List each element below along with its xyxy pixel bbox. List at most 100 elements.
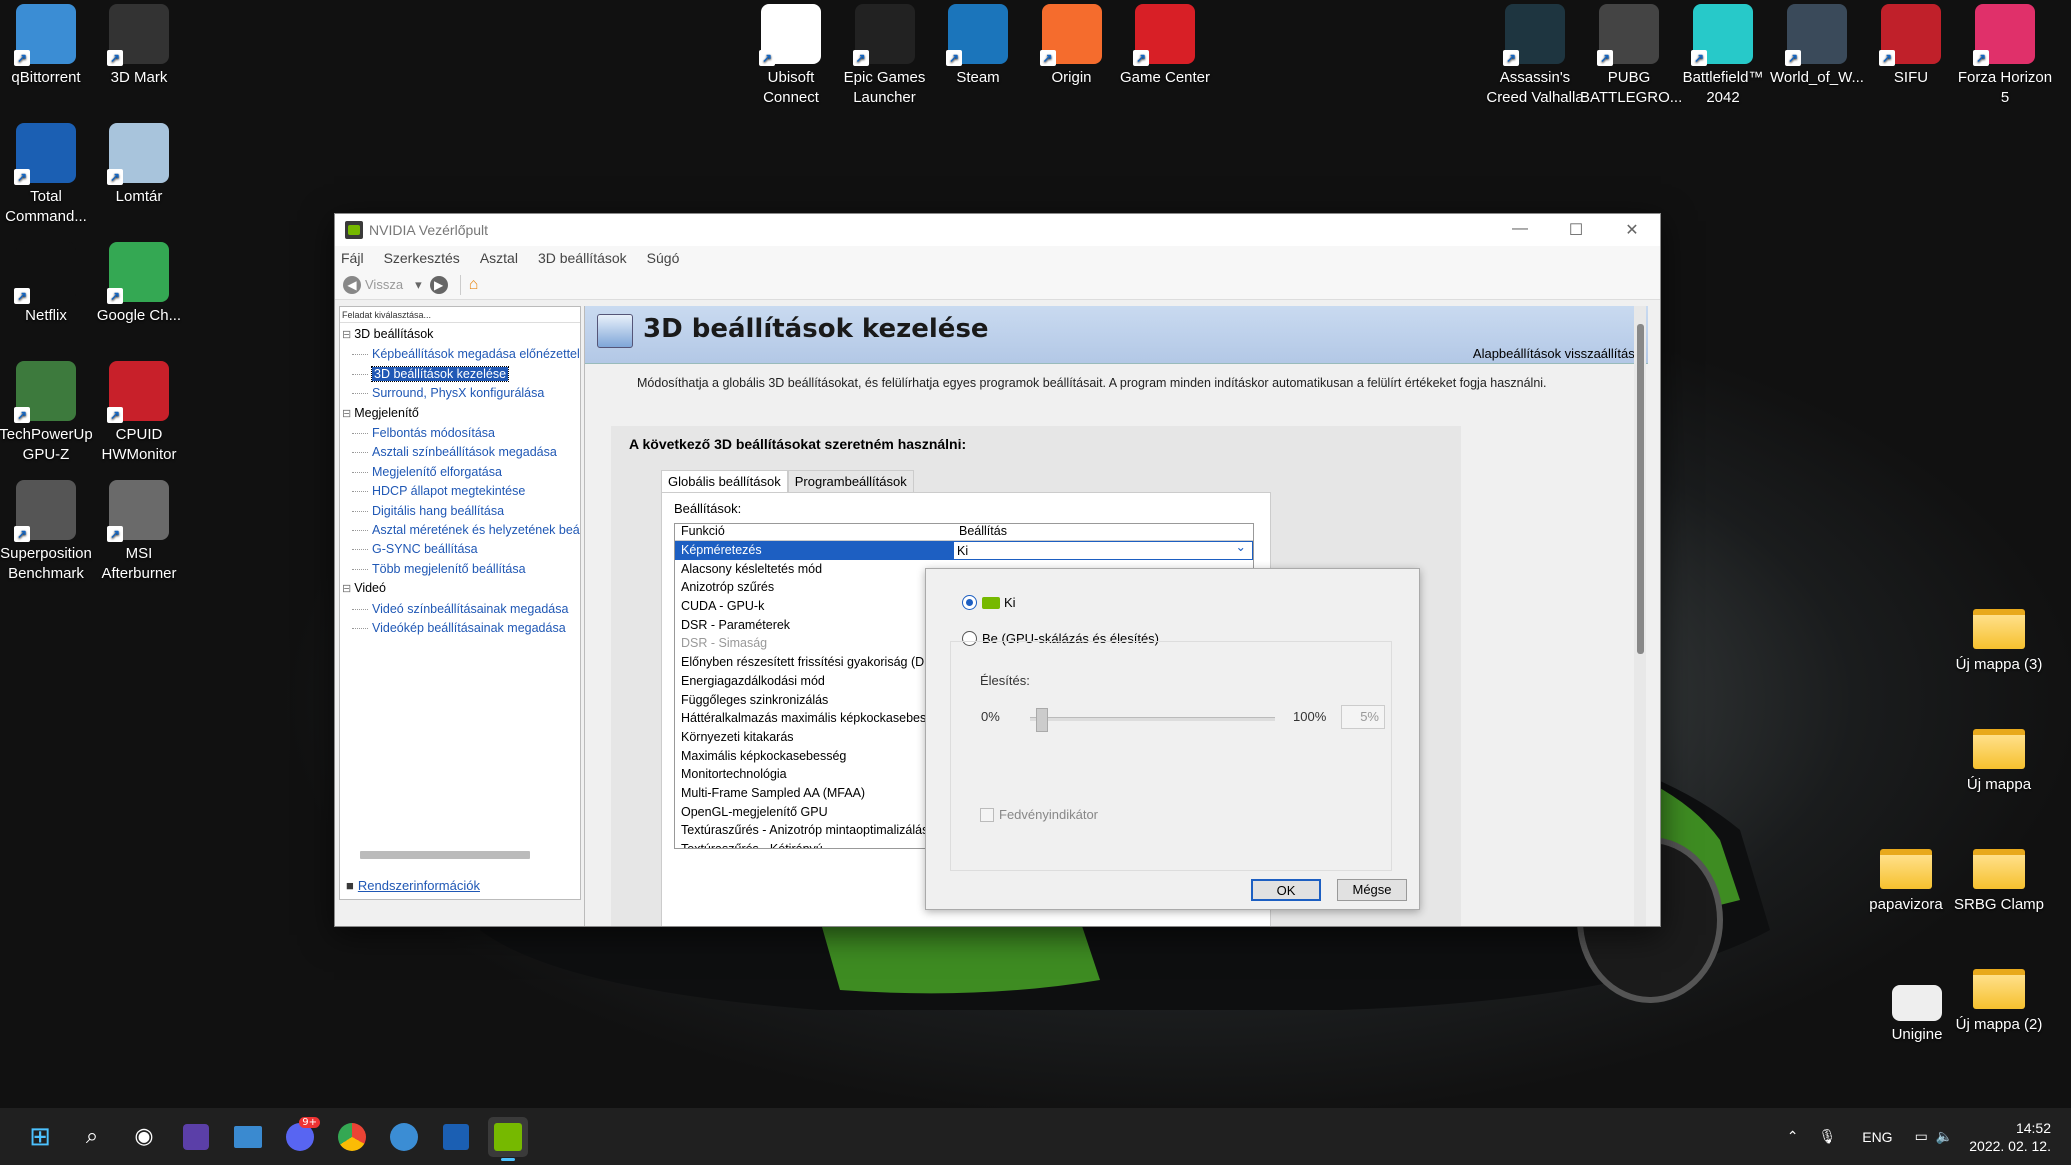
epic-games-desktop-shortcut[interactable]: ↗ Epic Games Launcher xyxy=(836,0,934,108)
network-icon[interactable]: ▭ xyxy=(1915,1128,1928,1145)
valhalla-desktop-shortcut[interactable]: ↗ Assassin's Creed Valhalla xyxy=(1486,0,1584,108)
tree-item[interactable]: Videókép beállításainak megadása xyxy=(342,619,578,638)
obs-icon[interactable]: ◉ xyxy=(124,1117,164,1157)
tree-item[interactable]: Felbontás módosítása xyxy=(342,424,578,443)
qbittorrent-icon[interactable] xyxy=(384,1117,424,1157)
title-bar[interactable]: NVIDIA Vezérlőpult — ☐ ✕ xyxy=(335,214,1660,246)
tree-item[interactable]: Digitális hang beállítása xyxy=(342,502,578,521)
tab-program-settings[interactable]: Programbeállítások xyxy=(787,470,914,492)
horizontal-scrollbar[interactable] xyxy=(360,851,530,859)
radio-off-button[interactable] xyxy=(962,595,977,610)
qbittorrent-desktop-shortcut[interactable]: ↗ qBittorrent xyxy=(0,0,95,88)
setting-row[interactable]: Anizotróp szűrés xyxy=(675,578,951,597)
3dmark-desktop-shortcut[interactable]: ↗ 3D Mark xyxy=(90,0,188,88)
discord-icon[interactable]: 9+ xyxy=(280,1116,320,1157)
language-indicator[interactable]: ENG xyxy=(1862,1129,1892,1145)
setting-row[interactable]: OpenGL-megjelenítő GPU xyxy=(675,803,951,822)
battlefield-desktop-shortcut[interactable]: ↗ Battlefield™ 2042 xyxy=(1674,0,1772,108)
total-commander-icon[interactable] xyxy=(436,1117,476,1157)
home-icon[interactable]: ⌂ xyxy=(469,276,479,294)
search-icon[interactable]: ⌕ xyxy=(72,1117,112,1157)
recycle-bin-desktop-shortcut[interactable]: ↗ Lomtár xyxy=(90,119,188,207)
netflix-desktop-shortcut[interactable]: ↗ Netflix xyxy=(0,238,95,326)
setting-row[interactable]: Előnyben részesített frissítési gyakoris… xyxy=(675,653,951,672)
remote-desktop-icon[interactable] xyxy=(228,1117,268,1157)
column-setting[interactable]: Beállítás xyxy=(953,524,1007,540)
folder-desktop-shortcut[interactable]: Új mappa xyxy=(1950,715,2048,795)
ubisoft-desktop-shortcut[interactable]: ↗ Ubisoft Connect xyxy=(742,0,840,108)
sifu-desktop-shortcut[interactable]: ↗ SIFU xyxy=(1862,0,1960,88)
checkbox-box[interactable] xyxy=(980,807,994,822)
nvidia-icon[interactable] xyxy=(488,1116,528,1161)
setting-row[interactable]: Maximális képkockasebesség xyxy=(675,747,951,766)
folder-desktop-shortcut[interactable]: SRBG Clamp xyxy=(1950,835,2048,915)
hwmonitor-desktop-shortcut[interactable]: ↗ CPUID HWMonitor xyxy=(90,357,188,465)
vertical-scrollbar[interactable] xyxy=(1634,306,1646,926)
tree-category[interactable]: 3D beállítások xyxy=(342,325,578,345)
setting-row[interactable]: Monitortechnológia xyxy=(675,765,951,784)
menu-3d-settings[interactable]: 3D beállítások xyxy=(538,250,627,266)
tree-item[interactable]: Videó színbeállításainak megadása xyxy=(342,600,578,619)
minimize-button[interactable]: — xyxy=(1492,220,1548,240)
tree-item[interactable]: Képbeállítások megadása előnézettel xyxy=(342,345,580,364)
unigine-desktop-icon[interactable]: Unigine xyxy=(1868,975,1966,1045)
sharpen-slider[interactable] xyxy=(1030,708,1275,732)
tab-global-settings[interactable]: Globális beállítások xyxy=(661,470,788,492)
tree-item[interactable]: Asztali színbeállítások megadása xyxy=(342,443,578,462)
superposition-desktop-shortcut[interactable]: ↗ Superposition Benchmark xyxy=(0,476,95,584)
steam-desktop-shortcut[interactable]: ↗ Steam xyxy=(929,0,1027,88)
menu-desktop[interactable]: Asztal xyxy=(480,250,518,266)
setting-row[interactable]: Textúraszűrés - Kétirányú... xyxy=(675,840,951,848)
tree-item[interactable]: Surround, PhysX konfigurálása xyxy=(342,384,578,403)
menu-file[interactable]: Fájl xyxy=(341,250,364,266)
ok-button[interactable]: OK xyxy=(1251,879,1321,901)
column-function[interactable]: Funkció xyxy=(675,524,953,540)
forza-desktop-shortcut[interactable]: ↗ Forza Horizon 5 xyxy=(1956,0,2054,108)
afterburner-desktop-shortcut[interactable]: ↗ MSI Afterburner xyxy=(90,476,188,584)
cancel-button[interactable]: Mégse xyxy=(1337,879,1407,901)
chevron-up-icon[interactable]: ⌃ xyxy=(1787,1128,1799,1145)
game-center-desktop-shortcut[interactable]: ↗ Game Center xyxy=(1116,0,1214,88)
windows-start-icon[interactable]: ⊞ xyxy=(20,1117,60,1157)
chrome-desktop-shortcut[interactable]: ↗ Google Ch... xyxy=(90,238,188,326)
setting-row[interactable]: Textúraszűrés - Anizotróp mintaoptimaliz… xyxy=(675,821,951,840)
setting-row[interactable]: Multi-Frame Sampled AA (MFAA) xyxy=(675,784,951,803)
system-information-link[interactable]: Rendszerinformációk xyxy=(346,878,480,893)
menu-help[interactable]: Súgó xyxy=(647,250,680,266)
gpuz-desktop-shortcut[interactable]: ↗ TechPowerUp GPU-Z xyxy=(0,357,95,465)
setting-value-dropdown[interactable]: Ki xyxy=(953,541,1253,560)
pubg-desktop-shortcut[interactable]: ↗ PUBG BATTLEGRO... xyxy=(1580,0,1682,108)
scrollbar-thumb[interactable] xyxy=(1637,324,1644,654)
image-scaling-popup[interactable]: Ki Be (GPU-skálázás és élesítés) Élesíté… xyxy=(925,568,1420,910)
microphone-icon[interactable]: 🎙 xyxy=(1818,1128,1836,1145)
setting-row[interactable]: Háttéralkalmazás maximális képkockasebes… xyxy=(675,709,951,728)
tree-category[interactable]: Videó xyxy=(342,579,578,599)
app-icon[interactable] xyxy=(176,1117,216,1157)
tree-item[interactable]: G-SYNC beállítása xyxy=(342,540,578,559)
setting-row[interactable]: CUDA - GPU-k xyxy=(675,597,951,616)
back-dropdown-icon[interactable]: ▾ xyxy=(415,277,422,293)
setting-row[interactable]: DSR - Paraméterek xyxy=(675,616,951,635)
setting-row[interactable]: Alacsony késleltetés mód xyxy=(675,560,951,579)
tree-item[interactable]: Több megjelenítő beállítása xyxy=(342,560,578,579)
setting-row[interactable]: Energiagazdálkodási mód xyxy=(675,672,951,691)
tree-category[interactable]: Megjelenítő xyxy=(342,404,578,424)
slider-thumb[interactable] xyxy=(1036,708,1049,732)
sharpen-value-input[interactable]: 5% xyxy=(1341,705,1385,729)
setting-row[interactable]: Függőleges szinkronizálás xyxy=(675,691,951,710)
radio-off[interactable]: Ki xyxy=(962,595,1016,610)
forward-arrow-icon[interactable]: ▶ xyxy=(429,275,448,294)
restore-defaults-link[interactable]: Alapbeállítások visszaállítása xyxy=(1473,346,1642,361)
menu-edit[interactable]: Szerkesztés xyxy=(384,250,460,266)
close-button[interactable]: ✕ xyxy=(1604,220,1660,240)
tree-item[interactable]: Asztal méretének és helyzetének beállítá… xyxy=(342,521,580,540)
tree-item[interactable]: Megjelenítő elforgatása xyxy=(342,463,578,482)
volume-icon[interactable]: 🔈 xyxy=(1936,1128,1953,1145)
folder-desktop-shortcut[interactable]: Új mappa (3) xyxy=(1950,595,2048,675)
back-arrow-icon[interactable]: ◀ xyxy=(343,275,361,294)
origin-desktop-shortcut[interactable]: ↗ Origin xyxy=(1023,0,1121,88)
tree-item[interactable]: HDCP állapot megtekintése xyxy=(342,482,578,501)
clock[interactable]: 14:52 2022. 02. 12. xyxy=(1969,1119,2051,1155)
wows-desktop-shortcut[interactable]: ↗ World_of_W... xyxy=(1768,0,1866,88)
chrome-icon[interactable] xyxy=(332,1117,372,1157)
